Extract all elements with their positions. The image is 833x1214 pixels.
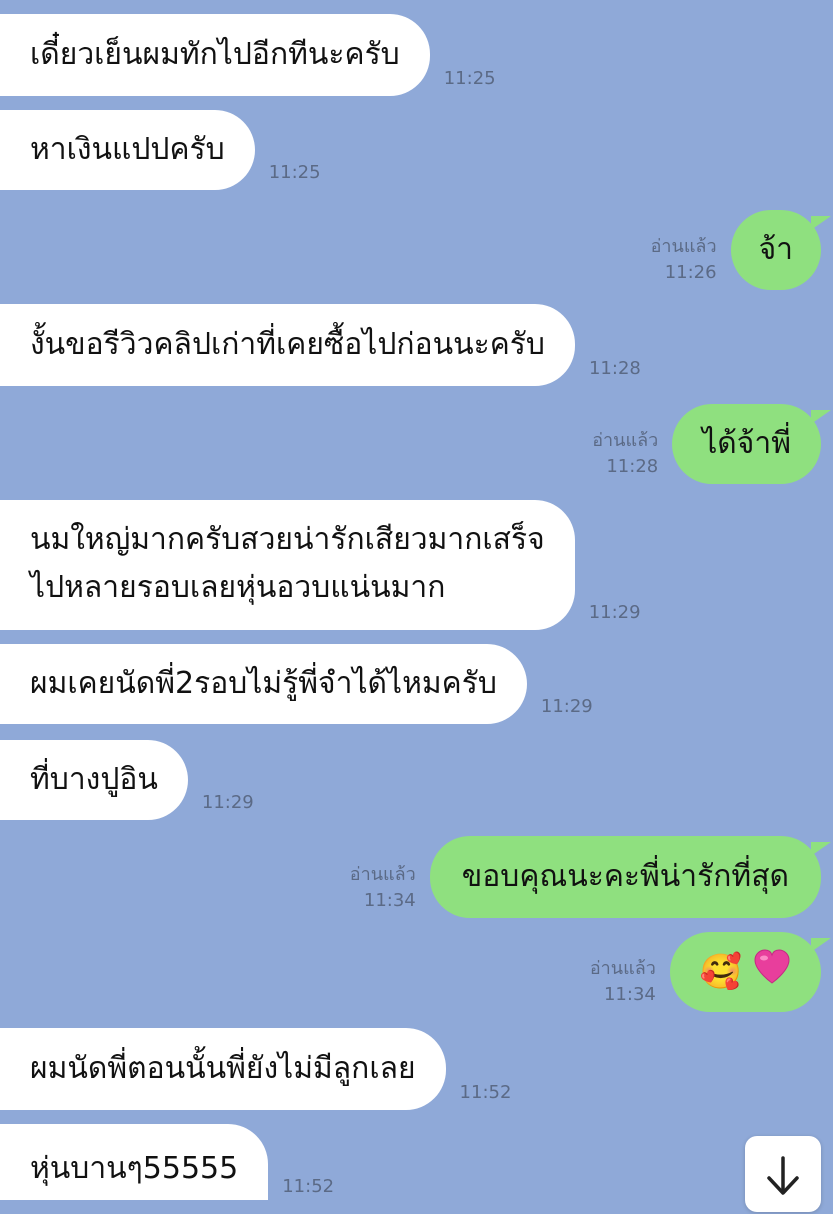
message-bubble[interactable]: ขอบคุณนะคะพี่น่ารักที่สุด (429, 836, 832, 918)
message-time: 11:28 (606, 456, 659, 477)
message-row: อ่านแล้ว 11:28 ได้จ้าพี่ (592, 404, 831, 484)
message-time: 11:25 (268, 162, 321, 183)
message-meta: อ่านแล้ว 11:26 (651, 234, 717, 290)
message-time: 11:34 (363, 890, 416, 911)
message-text: ที่บางปูอิน (30, 762, 158, 797)
message-time: 11:52 (459, 1082, 512, 1103)
message-text-line-2: ไปหลายรอบเลยหุ่นอวบแน่นมาก (30, 570, 446, 605)
message-text: ผมเคยนัดพี่2รอบไม่รู้พี่จำได้ไหมครับ (30, 666, 497, 701)
read-receipt: อ่านแล้ว (349, 864, 416, 885)
message-time: 11:34 (603, 984, 656, 1005)
message-row: ที่บางปูอิน 11:29 (0, 740, 254, 820)
message-time: 11:25 (443, 68, 496, 89)
message-row: ผมนัดพี่ตอนนั้นพี่ยังไม่มีลูกเลย 11:52 (0, 1028, 511, 1110)
message-meta: 11:29 (589, 600, 641, 630)
chat-area[interactable]: เดี๋ยวเย็นผมทักไปอีกทีนะครับ 11:25 หาเงิ… (0, 0, 833, 1200)
message-row: เดี๋ยวเย็นผมทักไปอีกทีนะครับ 11:25 (0, 14, 496, 96)
message-text: งั้นขอรีวิวคลิปเก่าที่เคยซื้อไปก่อนนะครั… (30, 327, 545, 362)
read-receipt: อ่านแล้ว (650, 236, 717, 257)
message-time: 11:26 (664, 262, 717, 283)
message-bubble[interactable]: ผมนัดพี่ตอนนั้นพี่ยังไม่มีลูกเลย (0, 1028, 446, 1110)
message-meta: 11:25 (269, 160, 321, 190)
message-row: หุ่นบานๆ55555 11:52 (0, 1124, 334, 1200)
scroll-to-bottom-button[interactable] (745, 1136, 821, 1212)
message-meta: 11:29 (541, 694, 593, 724)
message-text: เดี๋ยวเย็นผมทักไปอีกทีนะครับ (30, 37, 400, 72)
message-text: หาเงินแปปครับ (30, 132, 225, 167)
arrow-down-icon (765, 1156, 801, 1200)
message-row: นมใหญ่มากครับสวยน่ารักเสียวมากเสร็จ ไปหล… (0, 500, 641, 630)
message-meta: อ่านแล้ว 11:28 (592, 428, 658, 484)
message-row: อ่านแล้ว 11:26 จ้า (651, 210, 832, 290)
message-meta: 11:28 (589, 356, 641, 386)
message-bubble[interactable]: งั้นขอรีวิวคลิปเก่าที่เคยซื้อไปก่อนนะครั… (0, 304, 575, 386)
message-bubble[interactable]: ที่บางปูอิน (0, 740, 188, 820)
read-receipt: อ่านแล้ว (589, 958, 656, 979)
message-row: หาเงินแปปครับ 11:25 (0, 110, 321, 190)
message-time: 11:52 (282, 1176, 335, 1197)
message-text: นมใหญ่มากครับสวยน่ารักเสียวมากเสร็จ (30, 522, 545, 557)
message-time: 11:29 (588, 602, 641, 623)
message-row: ผมเคยนัดพี่2รอบไม่รู้พี่จำได้ไหมครับ 11:… (0, 644, 593, 724)
message-time: 11:28 (588, 358, 641, 379)
message-bubble[interactable]: ผมเคยนัดพี่2รอบไม่รู้พี่จำได้ไหมครับ (0, 644, 527, 724)
message-text: จ้า (758, 232, 793, 267)
message-time: 11:29 (201, 792, 254, 813)
message-meta: 11:52 (460, 1080, 512, 1110)
message-meta: อ่านแล้ว 11:34 (590, 956, 656, 1012)
message-text: ผมนัดพี่ตอนนั้นพี่ยังไม่มีลูกเลย (30, 1051, 416, 1086)
smiling-face-hearts-emoji: 🥰 (699, 952, 743, 992)
message-time: 11:29 (540, 696, 593, 717)
message-bubble[interactable]: หุ่นบานๆ55555 (0, 1124, 269, 1200)
message-text: ขอบคุณนะคะพี่น่ารักที่สุด (461, 859, 789, 894)
message-text: ได้จ้าพี่ (702, 426, 791, 461)
message-text: หุ่นบานๆ55555 (30, 1151, 239, 1186)
message-meta: 11:52 (282, 1174, 334, 1200)
message-bubble[interactable]: ได้จ้าพี่ (672, 404, 831, 484)
message-meta: 11:29 (202, 790, 254, 820)
message-bubble[interactable]: จ้า (730, 210, 832, 290)
message-row: อ่านแล้ว 11:34 🥰 (590, 932, 832, 1014)
read-receipt: อ่านแล้ว (592, 430, 659, 451)
message-row: อ่านแล้ว 11:34 ขอบคุณนะคะพี่น่ารักที่สุด (350, 836, 832, 918)
message-meta: 11:25 (444, 66, 496, 96)
message-bubble[interactable]: นมใหญ่มากครับสวยน่ารักเสียวมากเสร็จ ไปหล… (0, 500, 575, 630)
message-row: งั้นขอรีวิวคลิปเก่าที่เคยซื้อไปก่อนนะครั… (0, 304, 641, 386)
heart-icon (753, 934, 791, 1014)
message-meta: อ่านแล้ว 11:34 (350, 862, 416, 918)
message-bubble[interactable]: 🥰 (669, 932, 832, 1014)
message-bubble[interactable]: เดี๋ยวเย็นผมทักไปอีกทีนะครับ (0, 14, 430, 96)
message-bubble[interactable]: หาเงินแปปครับ (0, 110, 255, 190)
